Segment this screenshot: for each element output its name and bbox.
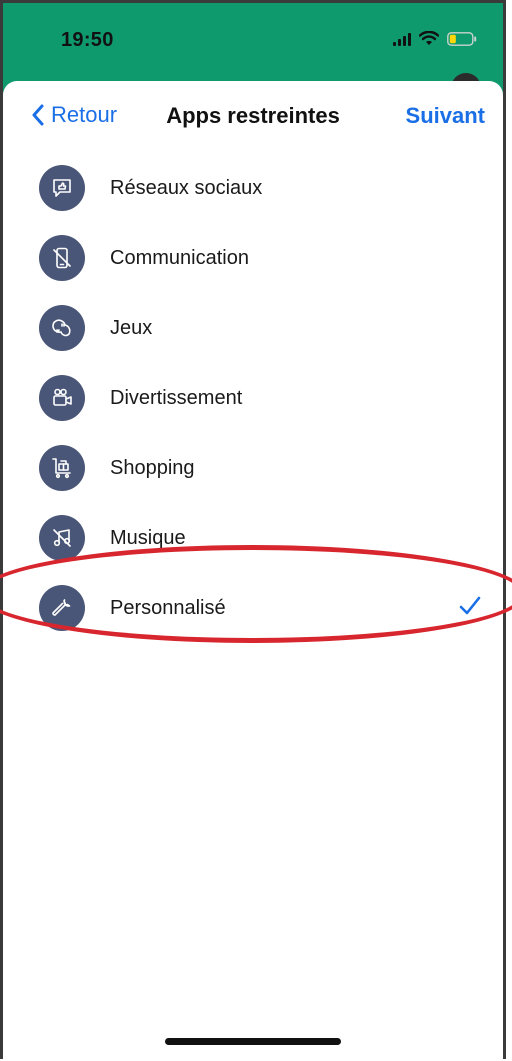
category-communication[interactable]: Communication xyxy=(3,223,503,293)
wrench-icon xyxy=(39,585,85,631)
category-label: Shopping xyxy=(110,456,195,479)
status-time: 19:50 xyxy=(61,29,114,51)
status-icons xyxy=(393,31,477,46)
phone-off-icon xyxy=(39,235,85,281)
category-custom[interactable]: Personnalisé xyxy=(3,573,503,643)
category-label: Jeux xyxy=(110,316,153,339)
wifi-icon xyxy=(419,31,439,45)
navigation-bar: Retour Apps restreintes Suivant xyxy=(3,81,503,153)
home-indicator xyxy=(165,1038,341,1045)
checkmark-icon xyxy=(459,596,481,615)
next-button[interactable]: Suivant xyxy=(406,103,485,129)
battery-icon xyxy=(447,31,477,46)
category-label: Communication xyxy=(110,246,249,269)
category-music[interactable]: Musique xyxy=(3,503,503,573)
category-list: Réseaux sociaux Communication Jeux Diver… xyxy=(3,153,503,643)
phone-screen: 19:50 Retour Apps restreintes Suivant Ré… xyxy=(0,0,506,1059)
category-label: Divertissement xyxy=(110,386,243,409)
video-camera-icon xyxy=(39,375,85,421)
category-label: Musique xyxy=(110,526,186,549)
category-label: Réseaux sociaux xyxy=(110,176,263,199)
restricted-apps-sheet: Retour Apps restreintes Suivant Réseaux … xyxy=(3,81,503,1059)
status-bar: 19:50 xyxy=(3,3,503,83)
music-off-icon xyxy=(39,515,85,561)
social-icon xyxy=(39,165,85,211)
cart-icon xyxy=(39,445,85,491)
category-games[interactable]: Jeux xyxy=(3,293,503,363)
category-entertainment[interactable]: Divertissement xyxy=(3,363,503,433)
gamepad-icon xyxy=(39,305,85,351)
category-shopping[interactable]: Shopping xyxy=(3,433,503,503)
category-label: Personnalisé xyxy=(110,596,226,619)
category-social[interactable]: Réseaux sociaux xyxy=(3,153,503,223)
signal-icon xyxy=(393,32,411,46)
